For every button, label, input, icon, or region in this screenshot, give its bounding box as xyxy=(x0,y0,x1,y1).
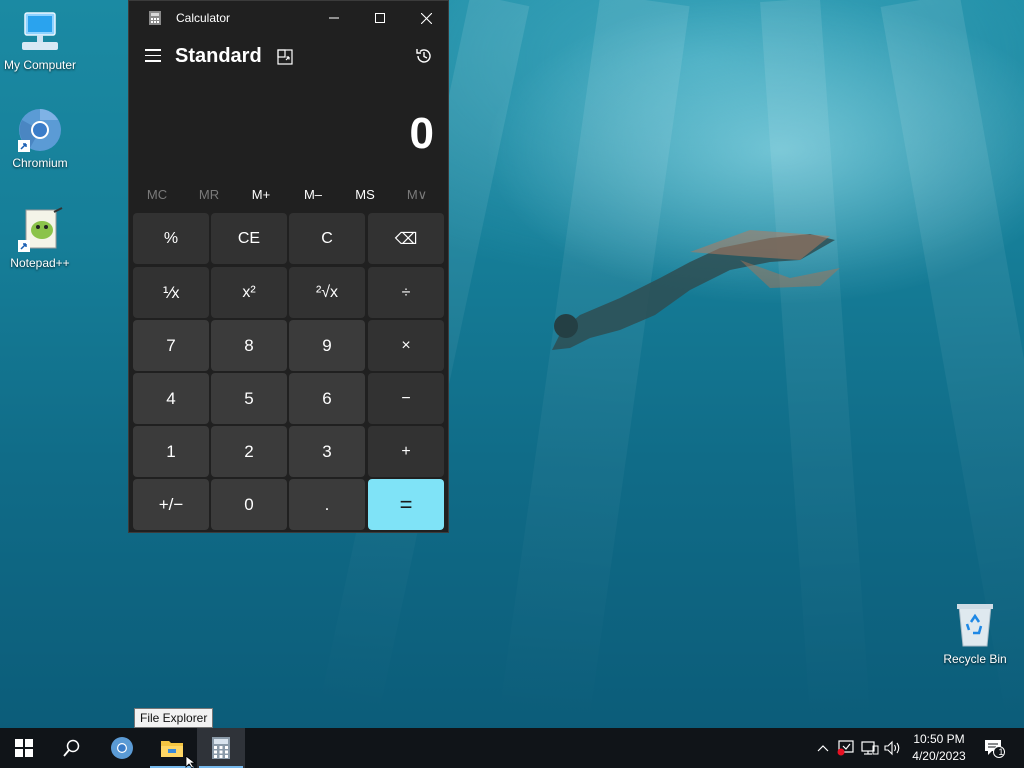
digit-2-button[interactable]: 2 xyxy=(211,426,287,477)
equals-button[interactable]: = xyxy=(368,479,444,530)
backspace-button[interactable]: ⌫ xyxy=(368,213,444,264)
window-title: Calculator xyxy=(176,11,231,25)
multiply-button[interactable]: × xyxy=(368,320,444,371)
search-button[interactable] xyxy=(48,728,96,768)
negate-button[interactable]: +/− xyxy=(133,479,209,530)
memory-subtract-button[interactable]: M– xyxy=(287,187,339,202)
memory-clear-button[interactable]: MC xyxy=(131,187,183,202)
reciprocal-button[interactable]: ⅟x xyxy=(133,267,209,318)
history-icon[interactable] xyxy=(415,47,433,65)
network-tray-button[interactable] xyxy=(860,738,880,758)
file-explorer-tooltip: File Explorer xyxy=(134,708,214,728)
square-button[interactable]: x² xyxy=(211,267,287,318)
divide-button[interactable]: ÷ xyxy=(368,267,444,318)
desktop-icon-recycle-bin[interactable]: Recycle Bin xyxy=(935,602,1015,667)
chromium-icon xyxy=(16,106,64,154)
clear-button[interactable]: C xyxy=(289,213,365,264)
volume-tray-button[interactable] xyxy=(883,738,903,758)
desktop-icon-label: Chromium xyxy=(12,156,68,170)
action-center-button[interactable]: 1 xyxy=(983,738,1007,758)
percent-button[interactable]: % xyxy=(133,213,209,264)
add-button[interactable]: + xyxy=(368,426,444,477)
maximize-button[interactable] xyxy=(357,1,403,35)
square-root-button[interactable]: ²√x xyxy=(289,267,365,318)
calculator-icon xyxy=(212,737,230,759)
notepadpp-icon xyxy=(16,206,64,254)
clock-time: 10:50 PM xyxy=(913,732,965,746)
decimal-button[interactable]: . xyxy=(289,479,365,530)
taskbar-calculator[interactable] xyxy=(197,728,245,768)
desktop-icon-my-computer[interactable]: My Computer xyxy=(0,8,80,73)
clear-entry-button[interactable]: CE xyxy=(211,213,287,264)
mode-title: Standard xyxy=(175,45,262,67)
memory-store-button[interactable]: MS xyxy=(339,187,391,202)
keep-on-top-icon[interactable] xyxy=(277,49,293,65)
chevron-up-icon xyxy=(817,745,829,752)
digit-8-button[interactable]: 8 xyxy=(211,320,287,371)
digit-9-button[interactable]: 9 xyxy=(289,320,365,371)
digit-1-button[interactable]: 1 xyxy=(133,426,209,477)
memory-add-button[interactable]: M+ xyxy=(235,187,287,202)
maximize-icon xyxy=(375,13,385,23)
security-alert-icon xyxy=(837,740,854,756)
minimize-icon xyxy=(329,17,339,19)
digit-6-button[interactable]: 6 xyxy=(289,373,365,424)
digit-0-button[interactable]: 0 xyxy=(211,479,287,530)
taskbar-chromium[interactable] xyxy=(98,728,146,768)
chromium-icon xyxy=(111,737,133,759)
speaker-icon xyxy=(884,740,900,756)
security-tray-button[interactable] xyxy=(836,738,856,758)
menu-hamburger-icon[interactable] xyxy=(145,49,161,63)
memory-recall-button[interactable]: MR xyxy=(183,187,235,202)
desktop-icon-chromium[interactable]: Chromium xyxy=(0,106,80,171)
clock-date: 4/20/2023 xyxy=(912,749,966,763)
computer-icon xyxy=(16,8,64,56)
diver-silhouette xyxy=(552,230,840,350)
close-button[interactable] xyxy=(403,1,449,35)
notification-count-badge: 1 xyxy=(998,747,1004,757)
search-icon xyxy=(63,739,80,757)
desktop-icon-label: My Computer xyxy=(3,58,77,72)
memory-row: MC MR M+ M– MS M∨ xyxy=(129,187,450,207)
subtract-button[interactable]: − xyxy=(368,373,444,424)
desktop-icon-label: Recycle Bin xyxy=(943,652,1007,666)
desktop-icon-notepadpp[interactable]: Notepad++ xyxy=(0,206,80,271)
digit-4-button[interactable]: 4 xyxy=(133,373,209,424)
calculator-app-icon xyxy=(149,11,161,25)
recycle-bin-icon xyxy=(951,602,999,650)
taskbar: 10:50 PM 4/20/2023 1 xyxy=(0,728,1024,768)
calculator-window: Calculator Standard 0 MC MR M+ M– MS M∨ … xyxy=(128,0,449,533)
digit-3-button[interactable]: 3 xyxy=(289,426,365,477)
taskbar-clock[interactable]: 10:50 PM 4/20/2023 xyxy=(906,731,972,765)
start-button[interactable] xyxy=(0,728,48,768)
desktop-icon-label: Notepad++ xyxy=(10,256,70,270)
minimize-button[interactable] xyxy=(311,1,357,35)
result-display: 0 xyxy=(409,109,434,158)
show-hidden-icons-button[interactable] xyxy=(813,738,833,758)
folder-icon xyxy=(161,741,183,757)
digit-7-button[interactable]: 7 xyxy=(133,320,209,371)
network-icon xyxy=(861,741,879,755)
close-icon xyxy=(420,12,432,24)
calculator-header: Standard xyxy=(129,35,448,81)
digit-5-button[interactable]: 5 xyxy=(211,373,287,424)
calculator-titlebar[interactable]: Calculator xyxy=(129,1,448,35)
memory-list-button[interactable]: M∨ xyxy=(391,187,443,203)
windows-logo-icon xyxy=(15,739,33,757)
mouse-cursor-icon xyxy=(185,756,197,768)
